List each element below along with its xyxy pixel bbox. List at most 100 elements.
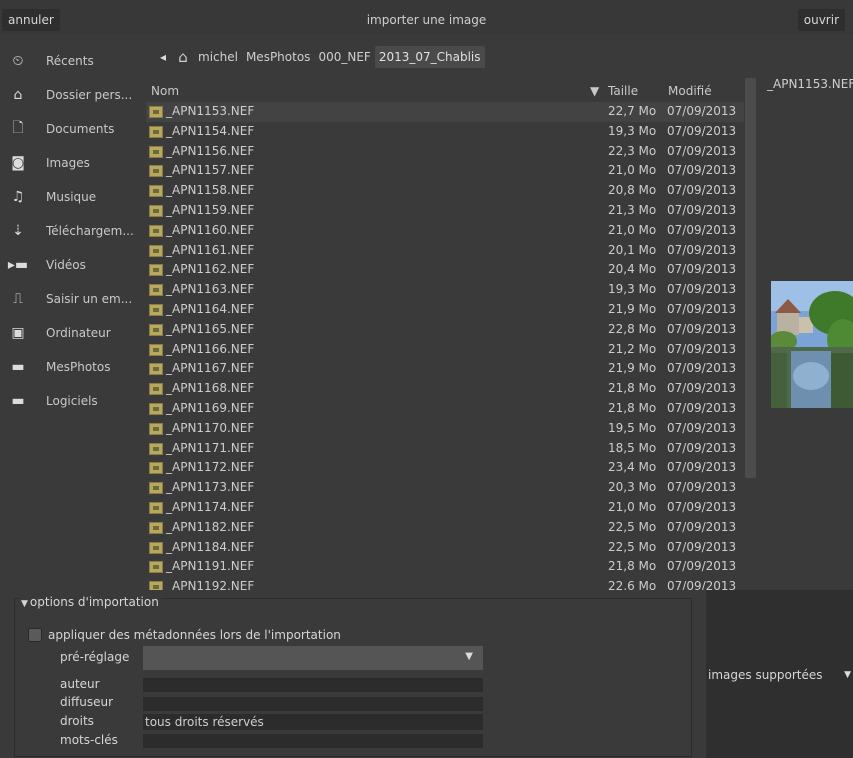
table-row[interactable]: _APN1172.NEF 23,4 Mo 07/09/2013	[146, 458, 744, 478]
sidebar-item-label: Documents	[46, 122, 115, 136]
path-segment[interactable]: michel	[194, 46, 242, 68]
table-row[interactable]: _APN1160.NEF 21,0 Mo 07/09/2013	[146, 221, 744, 241]
raw-image-file-icon	[149, 521, 163, 534]
import-options-toggle[interactable]: ▼ options d'importation	[19, 595, 161, 609]
file-modified: 07/09/2013	[667, 480, 737, 495]
table-row[interactable]: _APN1153.NEF 22,7 Mo 07/09/2013	[146, 102, 744, 122]
raw-image-file-icon	[149, 224, 163, 237]
file-name: _APN1191.NEF	[166, 559, 255, 574]
publisher-field[interactable]	[143, 697, 483, 711]
table-row[interactable]: _APN1166.NEF 21,2 Mo 07/09/2013	[146, 340, 744, 360]
file-size: 19,5 Mo	[608, 420, 657, 435]
music-icon: ♫	[11, 189, 25, 205]
raw-image-file-icon	[149, 323, 163, 336]
raw-image-file-icon	[149, 561, 163, 574]
table-row[interactable]: _APN1165.NEF 22,8 Mo 07/09/2013	[146, 320, 744, 340]
raw-image-file-icon	[149, 581, 163, 590]
table-row[interactable]: _APN1173.NEF 20,3 Mo 07/09/2013	[146, 478, 744, 498]
tags-label: mots-clés	[60, 733, 118, 747]
raw-image-file-icon	[149, 165, 163, 178]
raw-image-file-icon	[149, 541, 163, 554]
raw-image-file-icon	[149, 442, 163, 455]
rights-field[interactable]: tous droits réservés	[143, 714, 483, 730]
table-row[interactable]: _APN1157.NEF 21,0 Mo 07/09/2013	[146, 161, 744, 181]
table-row[interactable]: _APN1159.NEF 21,3 Mo 07/09/2013	[146, 201, 744, 221]
rights-label: droits	[60, 714, 94, 728]
file-name: _APN1166.NEF	[166, 341, 255, 356]
apply-metadata-checkbox[interactable]	[28, 628, 42, 642]
table-row[interactable]: _APN1182.NEF 22,5 Mo 07/09/2013	[146, 518, 744, 538]
raw-image-file-icon	[149, 462, 163, 475]
raw-image-file-icon	[149, 244, 163, 257]
raw-image-file-icon	[149, 343, 163, 356]
file-size: 23,4 Mo	[608, 460, 657, 475]
breadcrumb: ◂ ⌂ michel MesPhotos 000_NEF 2013_07_Chabli…	[154, 44, 485, 70]
table-row[interactable]: _APN1161.NEF 20,1 Mo 07/09/2013	[146, 241, 744, 261]
file-size: 22,5 Mo	[608, 519, 657, 534]
file-size: 18,5 Mo	[608, 440, 657, 455]
sidebar-item-mesphotos[interactable]: ▬ MesPhotos	[0, 350, 146, 384]
column-size-header[interactable]: Taille	[608, 84, 638, 98]
file-filter-select[interactable]: images supportées ▼	[706, 590, 853, 758]
table-row[interactable]: _APN1164.NEF 21,9 Mo 07/09/2013	[146, 300, 744, 320]
sidebar-item-saisir-un-em[interactable]: ⎍ Saisir un em...	[0, 282, 146, 316]
author-field[interactable]	[143, 678, 483, 692]
raw-image-file-icon	[149, 303, 163, 316]
sidebar-item-ordinateur[interactable]: ▣ Ordinateur	[0, 316, 146, 350]
table-row[interactable]: _APN1156.NEF 22,3 Mo 07/09/2013	[146, 142, 744, 162]
table-row[interactable]: _APN1162.NEF 20,4 Mo 07/09/2013	[146, 260, 744, 280]
file-modified: 07/09/2013	[667, 262, 737, 277]
file-list: Nom ▼ Taille Modifié _APN1153.NEF 22,7 Mo…	[146, 78, 744, 590]
table-row[interactable]: _APN1171.NEF 18,5 Mo 07/09/2013	[146, 439, 744, 459]
path-home-icon[interactable]: ⌂	[172, 46, 194, 68]
sidebar-item-images[interactable]: ◙ Images	[0, 146, 146, 180]
file-modified: 07/09/2013	[667, 143, 737, 158]
dialog-title: importer une image	[366, 13, 487, 27]
dialog-header: annuler importer une image ouvrir	[0, 0, 853, 34]
file-modified: 07/09/2013	[667, 539, 737, 554]
sidebar-item-musique[interactable]: ♫ Musique	[0, 180, 146, 214]
sidebar-item-vid-os[interactable]: ▸▬ Vidéos	[0, 248, 146, 282]
file-name: _APN1192.NEF	[166, 579, 255, 590]
file-list-header: Nom ▼ Taille Modifié	[146, 78, 744, 102]
file-modified: 07/09/2013	[667, 499, 737, 514]
chevron-down-icon: ▼	[844, 670, 851, 680]
table-row[interactable]: _APN1191.NEF 21,8 Mo 07/09/2013	[146, 557, 744, 577]
table-row[interactable]: _APN1174.NEF 21,0 Mo 07/09/2013	[146, 498, 744, 518]
file-modified: 07/09/2013	[667, 183, 737, 198]
path-back-arrow-icon[interactable]: ◂	[154, 46, 172, 68]
sort-descending-icon[interactable]: ▼	[590, 84, 599, 98]
table-row[interactable]: _APN1163.NEF 19,3 Mo 07/09/2013	[146, 280, 744, 300]
file-size: 21,8 Mo	[608, 559, 657, 574]
apply-metadata-row[interactable]: appliquer des métadonnées lors de l'impo…	[28, 628, 341, 642]
table-row[interactable]: _APN1192.NEF 22,6 Mo 07/09/2013	[146, 577, 744, 590]
table-row[interactable]: _APN1158.NEF 20,8 Mo 07/09/2013	[146, 181, 744, 201]
sidebar-item-dossier-pers[interactable]: ⌂ Dossier pers...	[0, 78, 146, 112]
table-row[interactable]: _APN1169.NEF 21,8 Mo 07/09/2013	[146, 399, 744, 419]
sidebar-item-documents[interactable]: 🗋 Documents	[0, 112, 146, 146]
tags-field[interactable]	[143, 734, 483, 748]
sidebar-item-t-l-chargem[interactable]: ⇣ Téléchargem...	[0, 214, 146, 248]
raw-image-file-icon	[149, 482, 163, 495]
open-button[interactable]: ouvrir	[797, 9, 845, 31]
table-row[interactable]: _APN1168.NEF 21,8 Mo 07/09/2013	[146, 379, 744, 399]
preset-select[interactable]: ▼	[143, 646, 483, 670]
path-segment[interactable]: MesPhotos	[242, 46, 314, 68]
preview-filename: _APN1153.NEF	[767, 77, 853, 91]
column-modified-header[interactable]: Modifié	[668, 84, 712, 98]
table-row[interactable]: _APN1154.NEF 19,3 Mo 07/09/2013	[146, 122, 744, 142]
table-row[interactable]: _APN1167.NEF 21,9 Mo 07/09/2013	[146, 359, 744, 379]
path-segment[interactable]: 000_NEF	[314, 46, 374, 68]
sidebar-item-logiciels[interactable]: ▬ Logiciels	[0, 384, 146, 418]
sidebar-item-r-cents[interactable]: ⏲ Récents	[0, 44, 146, 78]
file-name: _APN1167.NEF	[166, 361, 255, 376]
sidebar-item-label: Téléchargem...	[46, 224, 134, 238]
file-list-scrollbar[interactable]	[745, 78, 756, 478]
file-name: _APN1156.NEF	[166, 143, 255, 158]
file-size: 22,8 Mo	[608, 321, 657, 336]
column-name-header[interactable]: Nom	[151, 84, 179, 98]
table-row[interactable]: _APN1184.NEF 22,5 Mo 07/09/2013	[146, 538, 744, 558]
path-segment[interactable]: 2013_07_Chablis	[374, 46, 485, 68]
file-name: _APN1158.NEF	[166, 183, 255, 198]
table-row[interactable]: _APN1170.NEF 19,5 Mo 07/09/2013	[146, 419, 744, 439]
